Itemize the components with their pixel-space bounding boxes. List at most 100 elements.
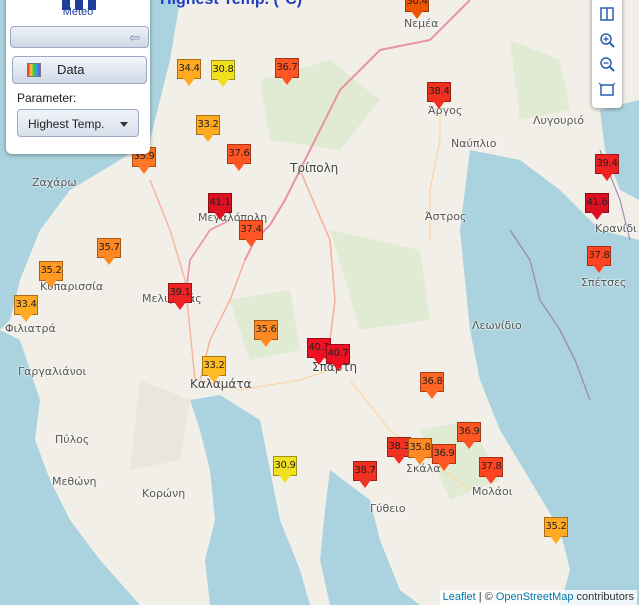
zoom-out-icon: [600, 57, 615, 72]
marker-pointer: [217, 79, 229, 87]
temperature-marker[interactable]: 30.8: [211, 60, 235, 88]
temperature-marker[interactable]: 35.7: [97, 238, 121, 266]
temperature-value: 35.2: [544, 517, 568, 537]
temperature-value: 35.2: [39, 261, 63, 281]
temperature-value: 33.2: [202, 356, 226, 376]
temperature-marker[interactable]: 41.1: [208, 193, 232, 221]
temperature-marker[interactable]: 37.8: [587, 246, 611, 274]
marker-pointer: [208, 375, 220, 383]
temperature-value: 37.6: [227, 144, 251, 164]
marker-pointer: [233, 163, 245, 171]
temperature-marker[interactable]: 36.9: [457, 422, 481, 450]
temperature-marker[interactable]: 36.7: [275, 58, 299, 86]
temperature-marker[interactable]: 38.7: [353, 461, 377, 489]
temperature-value: 35.6: [254, 320, 278, 340]
temperature-marker[interactable]: 36.8: [420, 372, 444, 400]
temperature-value: 33.4: [14, 295, 38, 315]
temperature-marker[interactable]: 33.4: [14, 295, 38, 323]
data-button[interactable]: Data: [12, 56, 147, 84]
marker-pointer: [414, 457, 426, 465]
marker-pointer: [183, 78, 195, 86]
marker-pointer: [433, 101, 445, 109]
place-label: Μολάοι: [472, 485, 513, 498]
temperature-marker[interactable]: 35.2: [39, 261, 63, 289]
marker-pointer: [20, 314, 32, 322]
zoom-out-button[interactable]: [595, 52, 619, 76]
zoom-in-button[interactable]: [595, 28, 619, 52]
fullscreen-icon: [598, 82, 616, 96]
temperature-marker[interactable]: 41.6: [585, 193, 609, 221]
temperature-value: 35.7: [97, 238, 121, 258]
temperature-value: 38.4: [427, 82, 451, 102]
arrow-left-icon[interactable]: ⇦: [129, 30, 140, 46]
temperature-marker[interactable]: 37.8: [479, 457, 503, 485]
attribution-separator: | ©: [475, 591, 496, 603]
parameter-select[interactable]: Highest Temp.: [17, 109, 139, 137]
marker-pointer: [332, 363, 344, 371]
zoom-in-icon: [600, 33, 615, 48]
temperature-value: 40.7: [326, 344, 350, 364]
temperature-marker[interactable]: 35.2: [544, 517, 568, 545]
place-label: Άστρος: [425, 210, 467, 223]
marker-pointer: [601, 173, 613, 181]
leaflet-link[interactable]: Leaflet: [443, 591, 476, 603]
place-label: Σπέτσες: [581, 276, 627, 289]
marker-pointer: [426, 391, 438, 399]
temperature-value: 36.7: [275, 58, 299, 78]
layers-button[interactable]: [595, 2, 619, 26]
temperature-value: 41.1: [208, 193, 232, 213]
temperature-marker[interactable]: 34.4: [177, 59, 201, 87]
place-label: Λυγουριό: [533, 114, 584, 127]
temperature-marker[interactable]: 35.6: [254, 320, 278, 348]
chevron-down-icon: [120, 122, 128, 127]
temperature-marker[interactable]: 37.6: [227, 144, 251, 172]
temperature-value: 33.2: [196, 115, 220, 135]
temperature-value: 36.9: [457, 422, 481, 442]
temperature-marker[interactable]: 38.4: [427, 82, 451, 110]
temperature-marker[interactable]: 30.9: [273, 456, 297, 484]
parameter-label: Parameter:: [17, 91, 77, 105]
color-palette-icon: [27, 63, 41, 77]
marker-pointer: [260, 339, 272, 347]
data-button-label: Data: [57, 62, 85, 77]
temperature-marker[interactable]: 39.4: [595, 154, 619, 182]
marker-pointer: [202, 134, 214, 142]
temperature-marker[interactable]: 39.1: [168, 283, 192, 311]
marker-pointer: [313, 357, 325, 365]
temperature-marker[interactable]: 35.8: [408, 438, 432, 466]
marker-pointer: [438, 463, 450, 471]
marker-pointer: [593, 265, 605, 273]
control-panel: Meteo ⇦ Data Parameter: Highest Temp.: [6, 0, 150, 154]
temperature-value: 39.1: [168, 283, 192, 303]
place-label: Γύθειο: [370, 502, 406, 515]
parameter-select-value: Highest Temp.: [28, 117, 105, 131]
marker-pointer: [245, 239, 257, 247]
marker-pointer: [45, 280, 57, 288]
place-label: Μεθώνη: [52, 475, 97, 488]
temperature-value: 34.4: [177, 59, 201, 79]
place-label: Τρίπολη: [290, 161, 339, 175]
marker-pointer: [359, 480, 371, 488]
place-label: Πύλος: [55, 433, 90, 446]
marker-pointer: [485, 476, 497, 484]
temperature-marker[interactable]: 30.4: [405, 0, 429, 20]
map-toolbar: [592, 0, 622, 108]
place-label: Γαργαλιάνοι: [18, 365, 87, 378]
place-label: Κρανίδι: [595, 222, 637, 235]
marker-pointer: [393, 456, 405, 464]
panel-collapse-slider[interactable]: ⇦: [10, 26, 149, 48]
openstreetmap-link[interactable]: OpenStreetMap: [496, 591, 574, 603]
temperature-marker[interactable]: 33.2: [202, 356, 226, 384]
temperature-value: 30.8: [211, 60, 235, 80]
temperature-marker[interactable]: 40.7: [326, 344, 350, 372]
place-label: Κορώνη: [142, 487, 186, 500]
marker-pointer: [281, 77, 293, 85]
marker-pointer: [463, 441, 475, 449]
temperature-marker[interactable]: 37.4: [239, 220, 263, 248]
temperature-value: 35.8: [408, 438, 432, 458]
temperature-value: 37.8: [479, 457, 503, 477]
place-label: Φιλιατρά: [5, 322, 56, 335]
fullscreen-button[interactable]: [595, 78, 619, 102]
temperature-marker[interactable]: 36.9: [432, 444, 456, 472]
temperature-marker[interactable]: 33.2: [196, 115, 220, 143]
